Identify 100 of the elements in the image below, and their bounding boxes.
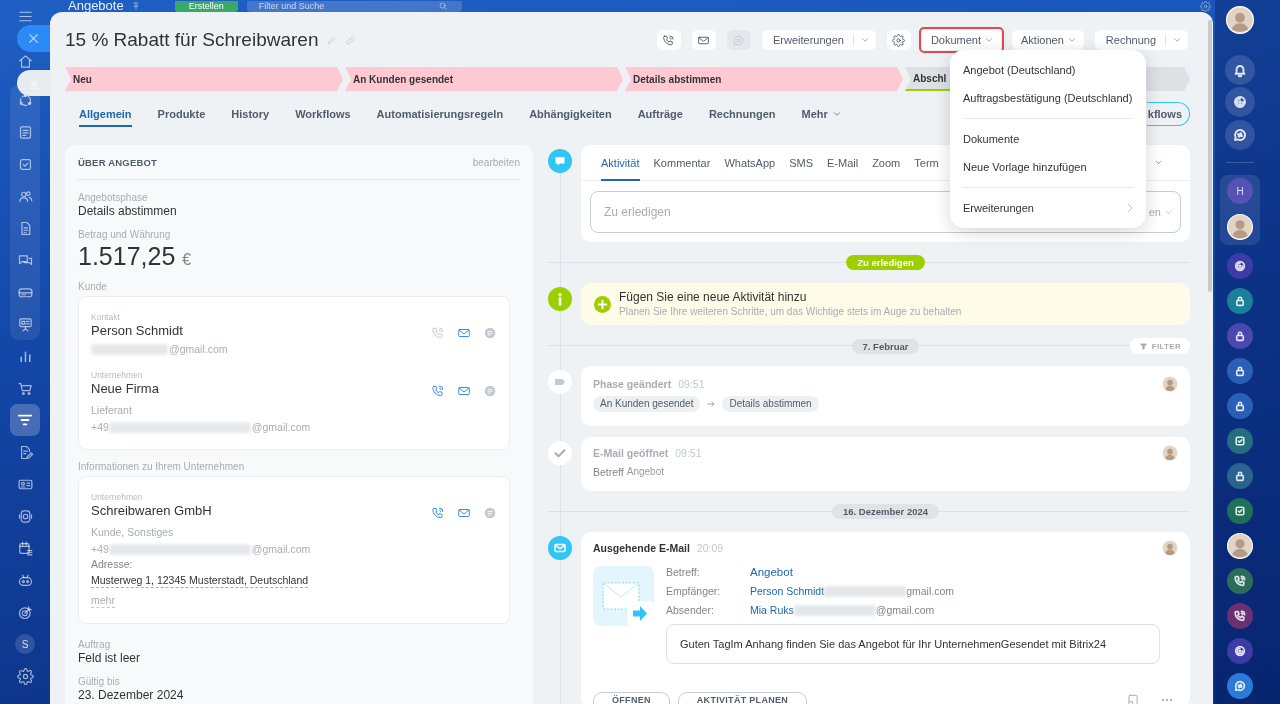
contact-avatar[interactable]: H (1227, 178, 1253, 204)
user-avatar[interactable] (1227, 214, 1253, 240)
envelope-icon[interactable] (457, 506, 471, 520)
menu-item[interactable]: Angebot (Deutschland) (950, 56, 1146, 84)
composer-tab[interactable]: E-Mail (826, 145, 859, 181)
close-button[interactable] (17, 25, 50, 52)
email-field-link[interactable]: Person Schmidt (750, 582, 825, 601)
menu-item[interactable]: Neue Vorlage hinzufügen (950, 153, 1146, 181)
add-activity-title: Fügen Sie eine neue Aktivität hinzu (619, 290, 808, 305)
funnel-lines-icon[interactable] (10, 404, 40, 436)
lock-icon[interactable] (1227, 392, 1253, 419)
date-badge: 16. Dezember 2024 (832, 504, 939, 519)
client-name[interactable]: Person Schmidt (91, 323, 228, 339)
settings-icon[interactable] (1200, 0, 1211, 12)
lock-icon[interactable] (1227, 287, 1253, 314)
subject-label: Betreff (593, 465, 624, 480)
composer-tab[interactable]: Term (914, 145, 939, 181)
house-icon[interactable] (16, 52, 34, 70)
note-icon[interactable] (1126, 693, 1140, 704)
currency-symbol: € (182, 250, 192, 270)
settings-icon[interactable] (16, 667, 34, 685)
entry-type-label: Unternehmen (91, 492, 144, 503)
envelope-icon (548, 536, 572, 560)
user-avatar[interactable] (1226, 6, 1254, 34)
lock-icon[interactable] (1227, 462, 1253, 489)
email-field-link[interactable]: Angebot (750, 563, 793, 582)
speaker-icon[interactable] (16, 507, 34, 525)
entry-type-label: Kontakt (91, 312, 121, 323)
concentric-rings-icon[interactable] (1227, 252, 1253, 279)
tab[interactable]: Abhängigkeiten (529, 100, 612, 127)
tab[interactable]: Produkte (157, 100, 206, 127)
menu-item[interactable]: Erweiterungen (950, 194, 1146, 222)
email-field-link[interactable]: Mia Ruks (750, 601, 794, 620)
action-button[interactable]: AKTIVITÄT PLANEN (677, 692, 808, 704)
tab[interactable]: Aufträge (637, 100, 683, 127)
action-button[interactable]: ÖFFNEN (593, 692, 670, 704)
email-button[interactable] (691, 30, 716, 50)
address-label: Adresse: (91, 557, 133, 571)
profile-avatar[interactable]: S (15, 634, 35, 654)
lock-icon[interactable] (1227, 357, 1253, 384)
menu-item[interactable]: Auftragsbestätigung (Deutschland) (950, 84, 1146, 112)
minimize-button[interactable] (17, 70, 50, 96)
calendar-list-icon[interactable] (16, 539, 34, 557)
composer-tab[interactable]: SMS (789, 145, 813, 181)
user-avatar[interactable] (1227, 532, 1253, 559)
contact-note: Kunde, Sonstiges (91, 525, 174, 539)
dropdown-button[interactable]: Dokument (921, 30, 1002, 50)
phone-number-text: +49 (91, 420, 109, 434)
scrollbar[interactable] (1208, 20, 1212, 292)
target-icon[interactable] (16, 603, 34, 621)
client-name[interactable]: Neue Firma (91, 381, 311, 397)
settings-button[interactable] (886, 30, 911, 50)
address-link[interactable]: Musterweg 1, 12345 Musterstadt, Deutschland (91, 574, 309, 588)
field-value: 23. Dezember 2024 (78, 688, 185, 703)
composer-tab[interactable]: Aktivität (601, 145, 640, 181)
pin-icon[interactable] (130, 1, 141, 11)
client-name[interactable]: Schreibwaren GmbH (91, 503, 311, 519)
chat-bubble-icon[interactable] (1227, 672, 1253, 699)
presentation-board-icon[interactable] (16, 315, 34, 333)
add-activity-card[interactable]: Fügen Sie eine neue Aktivität hinzu Planen Sie Ihre weiteren Schritte, um das Wichtige stets im Auge zu behalten (581, 283, 1190, 325)
subject-value: Angebot (626, 465, 664, 479)
split-dropdown-button[interactable]: Erweiterungen (761, 30, 876, 50)
phone-icon[interactable] (1227, 602, 1253, 629)
entry-time: 09:51 (678, 378, 705, 390)
phone-number-text: +49 (91, 542, 109, 556)
checkbox-icon[interactable] (1227, 427, 1253, 454)
tab[interactable]: Workflows (295, 100, 351, 127)
field-label: Angebotsphase (78, 191, 149, 204)
concentric-rings-icon[interactable] (1225, 87, 1255, 117)
tab[interactable]: Allgemein (79, 100, 132, 127)
search-icon[interactable] (437, 1, 448, 11)
tab[interactable]: Automatisierungsregeln (376, 100, 504, 127)
phone-icon[interactable] (1227, 567, 1253, 594)
tab[interactable]: Rechnungen (708, 100, 776, 127)
dropdown-button[interactable]: Aktionen (1012, 30, 1084, 50)
caret-icon[interactable] (1154, 158, 1163, 167)
bell-icon[interactable] (1225, 55, 1255, 85)
envelope-icon[interactable] (457, 384, 471, 398)
menu-item[interactable]: Dokumente (950, 125, 1146, 153)
checkbox-icon[interactable] (1227, 497, 1253, 524)
call-button[interactable] (656, 30, 681, 50)
caret-icon (984, 35, 995, 45)
composer-tab[interactable]: WhatsApp (724, 145, 776, 181)
tab[interactable]: History (231, 100, 270, 127)
close-icon (26, 31, 41, 46)
section-label: Kunde (78, 280, 108, 293)
tab[interactable]: Mehr (801, 100, 842, 127)
caret-icon (859, 35, 870, 45)
lock-icon[interactable] (1227, 322, 1253, 349)
chat-bubble-icon[interactable] (1225, 120, 1255, 150)
composer-tab[interactable]: Kommentar (653, 145, 711, 181)
split-dropdown-button[interactable]: Rechnung (1094, 30, 1188, 50)
email-field-label: Empfänger: (666, 584, 722, 599)
envelope-icon[interactable] (457, 326, 471, 340)
entry-time: 20:09 (696, 542, 724, 554)
concentric-rings-icon[interactable] (1227, 637, 1253, 664)
phone-icon (662, 33, 676, 47)
stage-tag: Details abstimmen (722, 396, 819, 412)
composer-tab[interactable]: Zoom (872, 145, 901, 181)
entry-title: E-Mail geöffnet (593, 447, 669, 459)
